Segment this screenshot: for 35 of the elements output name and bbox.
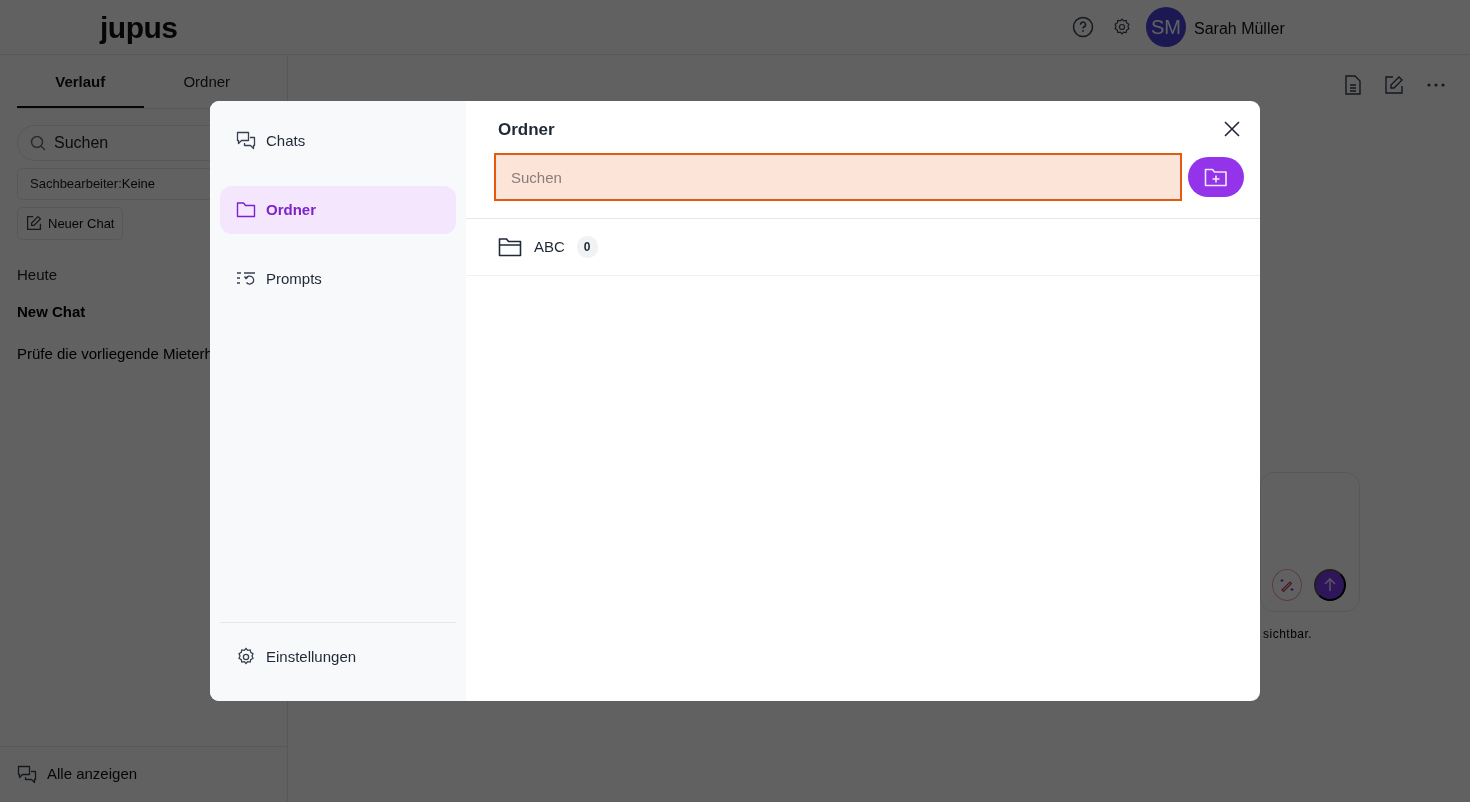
add-folder-button[interactable] bbox=[1188, 157, 1244, 197]
magic-wand-icon bbox=[1279, 577, 1295, 593]
user-avatar[interactable]: SM bbox=[1146, 7, 1186, 47]
folder-search-field[interactable]: Suchen bbox=[496, 155, 1180, 199]
folder-row[interactable]: ABC 0 bbox=[466, 219, 1260, 276]
chat-bubbles-icon bbox=[17, 764, 37, 785]
edit-icon bbox=[26, 215, 42, 232]
folder-plus-icon bbox=[1204, 167, 1228, 187]
edit-icon[interactable] bbox=[1384, 75, 1404, 95]
logo: jupus bbox=[100, 9, 178, 46]
arrow-up-icon bbox=[1322, 577, 1338, 593]
dialog-title: Ordner bbox=[498, 119, 555, 141]
document-icon[interactable] bbox=[1344, 75, 1362, 95]
send-button[interactable] bbox=[1314, 569, 1346, 601]
close-icon bbox=[1224, 121, 1240, 137]
group-label: Heute bbox=[17, 265, 58, 285]
folder-icon bbox=[498, 237, 522, 257]
magic-wand-button[interactable] bbox=[1272, 569, 1302, 601]
user-name: Sarah Müller bbox=[1194, 19, 1286, 39]
settings-icon bbox=[236, 647, 256, 667]
nav-item[interactable]: Ordner bbox=[220, 186, 456, 234]
settings-icon[interactable] bbox=[1112, 17, 1132, 37]
settings-item[interactable]: Einstellungen bbox=[220, 623, 456, 691]
search-icon bbox=[30, 134, 46, 151]
folder-name: ABC bbox=[534, 236, 565, 257]
show-all-link[interactable]: Alle anzeigen bbox=[0, 746, 287, 802]
folder-icon bbox=[236, 200, 256, 220]
message-composer[interactable] bbox=[1260, 472, 1360, 612]
chat-count: 0 bbox=[576, 236, 598, 258]
chat-bubbles-icon bbox=[236, 131, 256, 151]
new-chat-button[interactable]: Neuer Chat bbox=[17, 206, 124, 240]
search-placeholder: Suchen bbox=[54, 132, 109, 153]
help-icon[interactable] bbox=[1072, 16, 1094, 38]
disclaimer-text: sichtbar. bbox=[1263, 626, 1313, 643]
sidebar-tab[interactable]: Verlauf bbox=[17, 55, 144, 108]
